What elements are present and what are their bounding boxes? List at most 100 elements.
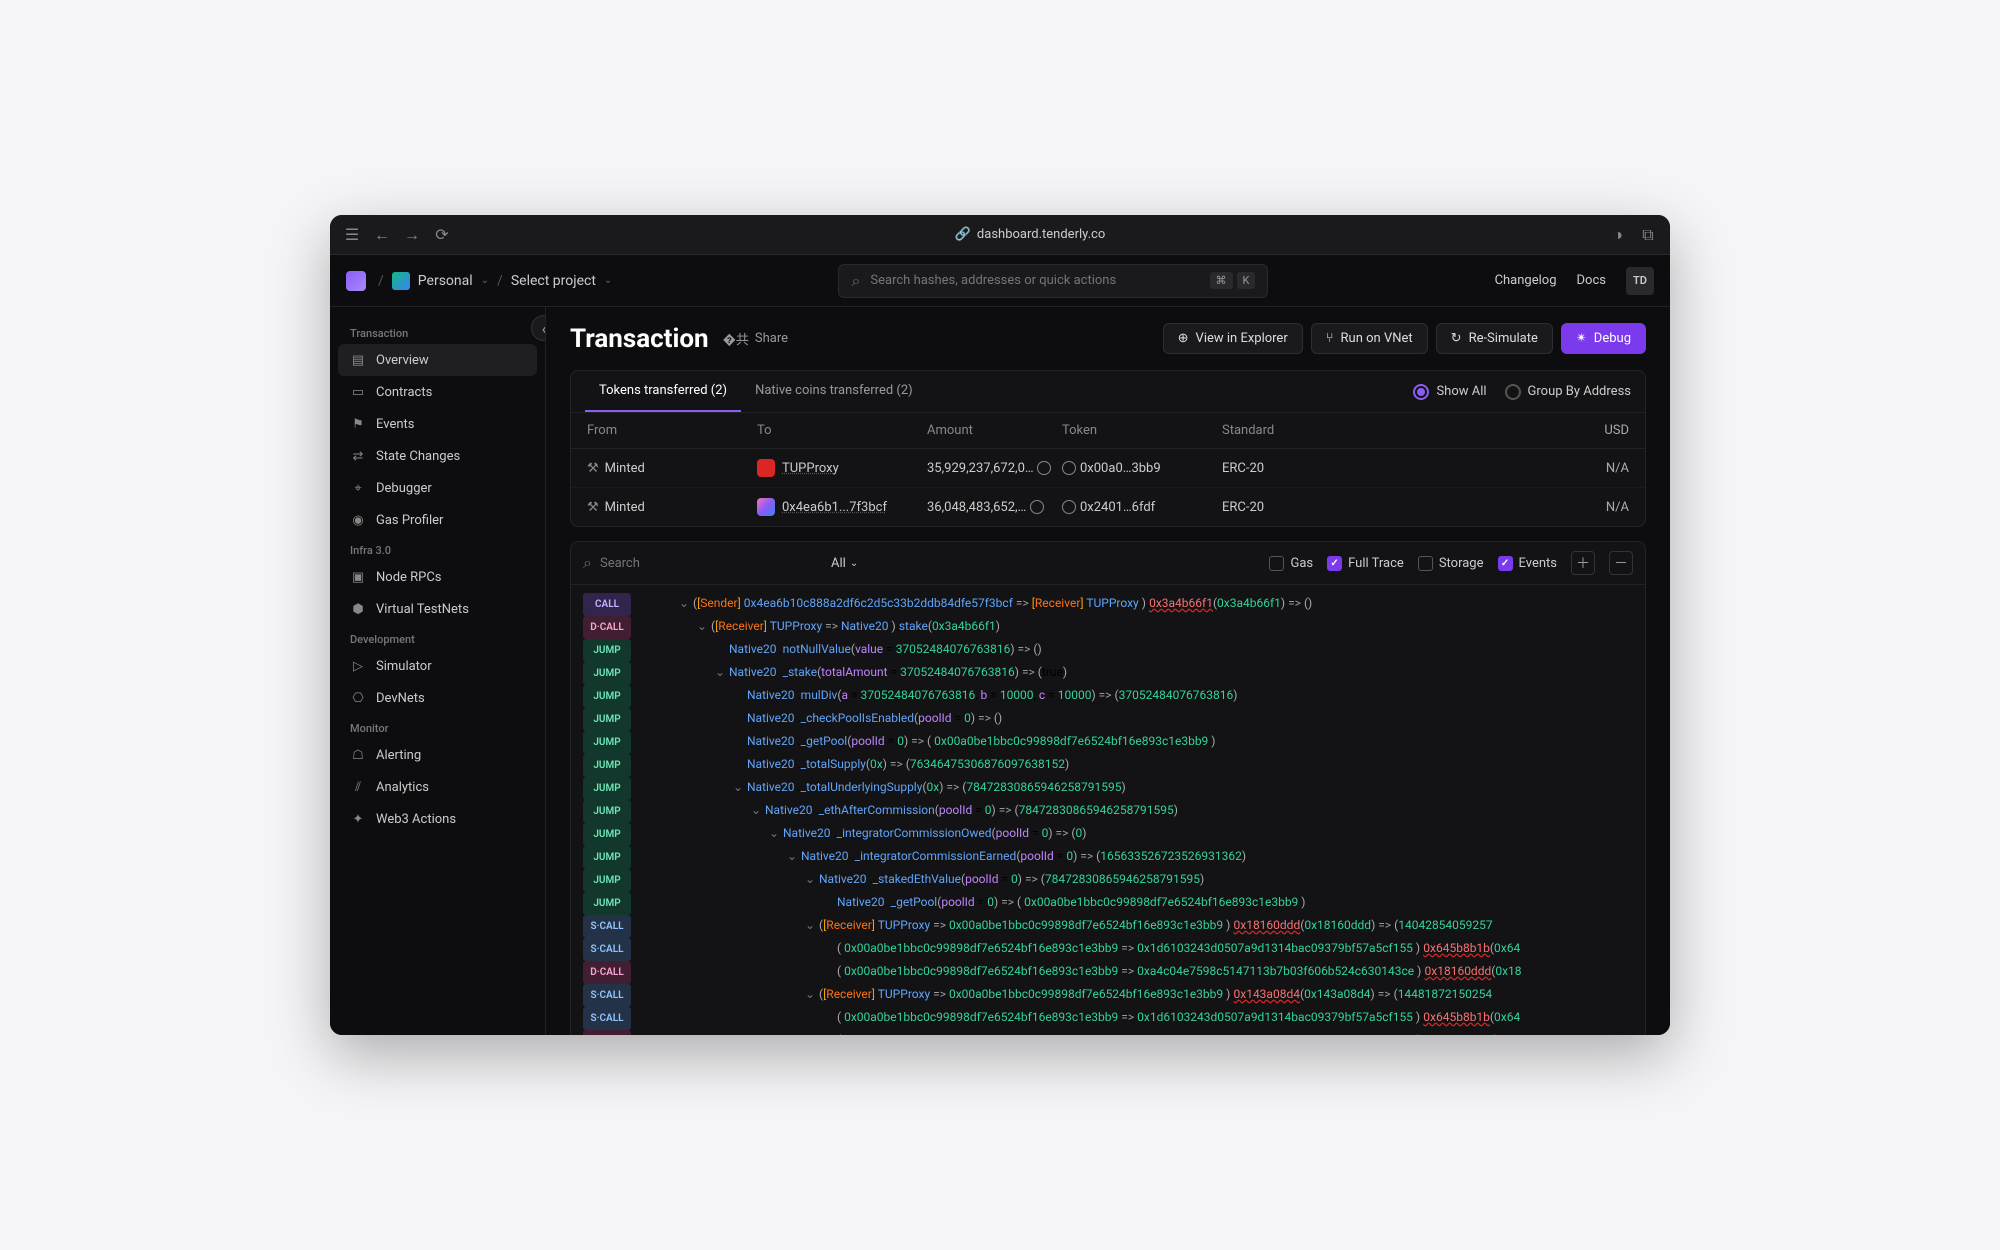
sidebar-item-simulator[interactable]: ▷Simulator <box>338 650 537 682</box>
trace-line[interactable]: D·CALL⌄([Receiver] TUPProxy => Native20 … <box>571 616 1645 639</box>
trace-line[interactable]: JUMP⌄Native20 ._stakedEthValue(poolId = … <box>571 869 1645 892</box>
expand-chevron[interactable]: ⌄ <box>697 616 707 639</box>
chevron-down-icon[interactable]: ⌄ <box>604 275 612 286</box>
expand-chevron[interactable]: ⌄ <box>787 846 797 869</box>
to-address[interactable]: TUPProxy <box>782 461 839 476</box>
view-explorer-button[interactable]: ⊕View in Explorer <box>1163 323 1303 354</box>
trace-line[interactable]: CALL⌄([Sender] 0x4ea6b10c888a2df6c2d5c33… <box>571 593 1645 616</box>
tab-native-coins[interactable]: Native coins transferred (2) <box>741 371 927 412</box>
expand-chevron[interactable] <box>733 685 743 708</box>
workspace-name[interactable]: Personal <box>418 273 473 289</box>
trace-line[interactable]: JUMP⌄Native20 ._ethAfterCommission(poolI… <box>571 800 1645 823</box>
sidebar-item-node-rpcs[interactable]: ▣Node RPCs <box>338 561 537 593</box>
sidebar-item-overview[interactable]: ▤Overview <box>338 344 537 376</box>
trace-line[interactable]: JUMP⌄Native20 ._stake(totalAmount = 3705… <box>571 662 1645 685</box>
tenderly-logo[interactable] <box>346 271 366 291</box>
trace-line[interactable]: JUMPNative20 .mulDiv(a = 370524840767638… <box>571 685 1645 708</box>
forward-icon[interactable]: → <box>404 227 420 243</box>
check-events[interactable]: Events <box>1498 556 1557 571</box>
tabs-icon[interactable]: ⧉ <box>1640 227 1656 243</box>
trace-line[interactable]: JUMP⌄Native20 ._integratorCommissionEarn… <box>571 846 1645 869</box>
trace-line[interactable]: D·CALL( 0x00a0be1bbc0c99898df7e6524bf16e… <box>571 961 1645 984</box>
expand-chevron[interactable] <box>733 708 743 731</box>
sidebar-item-contracts[interactable]: ▭Contracts <box>338 376 537 408</box>
expand-chevron[interactable]: ⌄ <box>805 915 815 938</box>
debug-button[interactable]: ✴Debug <box>1561 323 1646 354</box>
expand-chevron[interactable] <box>823 892 833 915</box>
user-avatar[interactable]: TD <box>1626 267 1654 295</box>
expand-chevron[interactable] <box>823 1030 833 1035</box>
extension-icon[interactable]: ◑ <box>1610 227 1626 243</box>
search-input[interactable] <box>870 273 1199 288</box>
trace-line[interactable]: JUMP⌄Native20 ._integratorCommissionOwed… <box>571 823 1645 846</box>
sidebar-item-state-changes[interactable]: ⇄State Changes <box>338 440 537 472</box>
to-address[interactable]: 0x4ea6b1...7f3bcf <box>782 500 887 515</box>
expand-chevron[interactable]: ⌄ <box>679 593 689 616</box>
sidebar-item-analytics[interactable]: ⫽Analytics <box>338 771 537 803</box>
share-icon: �共 <box>723 329 749 348</box>
expand-chevron[interactable] <box>823 1007 833 1030</box>
info-icon[interactable] <box>1030 500 1044 514</box>
expand-chevron[interactable]: ⌄ <box>715 662 725 685</box>
radio-show-all[interactable]: Show All <box>1413 384 1486 400</box>
trace-line[interactable]: JUMPNative20 ._getPool(poolId = 0) => ( … <box>571 892 1645 915</box>
check-gas[interactable]: Gas <box>1269 556 1313 571</box>
run-vnet-button[interactable]: ⑂Run on VNet <box>1311 323 1428 354</box>
sidebar-item-web3-actions[interactable]: ✦Web3 Actions <box>338 803 537 835</box>
trace-line[interactable]: S·CALL( 0x00a0be1bbc0c99898df7e6524bf16e… <box>571 938 1645 961</box>
expand-chevron[interactable]: ⌄ <box>751 800 761 823</box>
back-icon[interactable]: ← <box>374 227 390 243</box>
check-full-trace[interactable]: Full Trace <box>1327 556 1404 571</box>
sidebar-item-debugger[interactable]: ⌖Debugger <box>338 472 537 504</box>
sidebar-item-gas-profiler[interactable]: ◉Gas Profiler <box>338 504 537 536</box>
transfer-row[interactable]: ⚒Minted 0x4ea6b1...7f3bcf 36,048,483,652… <box>571 488 1645 526</box>
expand-chevron[interactable] <box>715 639 725 662</box>
expand-chevron[interactable]: ⌄ <box>805 869 815 892</box>
global-search[interactable]: ⌕ ⌘ K <box>838 264 1268 298</box>
expand-chevron[interactable]: ⌄ <box>769 823 779 846</box>
trace-line[interactable]: S·CALL⌄([Receiver] TUPProxy => 0x00a0be1… <box>571 915 1645 938</box>
trace-line[interactable]: S·CALL( 0x00a0be1bbc0c99898df7e6524bf16e… <box>571 1007 1645 1030</box>
trace-search[interactable]: ⌕ <box>583 553 813 573</box>
trace-filter-dropdown[interactable]: All⌄ <box>823 552 866 575</box>
expand-chevron[interactable] <box>733 754 743 777</box>
trace-search-input[interactable] <box>600 556 813 571</box>
project-selector[interactable]: Select project <box>511 273 596 289</box>
resimulate-button[interactable]: ↻Re-Simulate <box>1436 323 1553 354</box>
reload-icon[interactable]: ⟳ <box>434 227 450 243</box>
info-icon[interactable] <box>1037 461 1051 475</box>
expand-chevron[interactable] <box>823 961 833 984</box>
trace-line[interactable]: S·CALL⌄([Receiver] TUPProxy => 0x00a0be1… <box>571 984 1645 1007</box>
share-button[interactable]: �共 Share <box>723 329 788 348</box>
sidebar-item-virtual-testnets[interactable]: ⬢Virtual TestNets <box>338 593 537 625</box>
search-icon: ⌕ <box>583 553 592 573</box>
expand-chevron[interactable]: ⌄ <box>805 984 815 1007</box>
info-icon[interactable] <box>1062 461 1076 475</box>
url-bar[interactable]: 🔗 dashboard.tenderly.co <box>462 227 1598 242</box>
chevron-down-icon[interactable]: ⌄ <box>481 275 489 286</box>
expand-chevron[interactable]: ⌄ <box>733 777 743 800</box>
expand-chevron[interactable] <box>823 938 833 961</box>
trace-line[interactable]: JUMPNative20 ._getPool(poolId = 0) => ( … <box>571 731 1645 754</box>
changelog-link[interactable]: Changelog <box>1495 273 1557 288</box>
trace-line[interactable]: D·CALL( 0x00a0be1bbc0c99898df7e6524bf16e… <box>571 1030 1645 1035</box>
tab-tokens-transferred[interactable]: Tokens transferred (2) <box>585 371 741 412</box>
sidebar-item-events[interactable]: ⚑Events <box>338 408 537 440</box>
trace-line[interactable]: JUMP⌄Native20 ._totalUnderlyingSupply(0x… <box>571 777 1645 800</box>
trace-line[interactable]: JUMPNative20 .notNullValue(value = 37052… <box>571 639 1645 662</box>
simulator-icon: ▷ <box>350 658 366 674</box>
sidebar-item-alerting[interactable]: ☖Alerting <box>338 739 537 771</box>
transfer-row[interactable]: ⚒Minted TUPProxy 35,929,237,672,0… 0x00a… <box>571 449 1645 488</box>
token-icon <box>757 459 775 477</box>
trace-line[interactable]: JUMPNative20 ._totalSupply(0x) => (76346… <box>571 754 1645 777</box>
docs-link[interactable]: Docs <box>1577 273 1606 288</box>
check-storage[interactable]: Storage <box>1418 556 1484 571</box>
expand-all-button[interactable]: ＋ <box>1571 551 1595 575</box>
trace-line[interactable]: JUMPNative20 ._checkPoolIsEnabled(poolId… <box>571 708 1645 731</box>
info-icon[interactable] <box>1062 500 1076 514</box>
radio-group-by-address[interactable]: Group By Address <box>1505 384 1631 400</box>
sidebar-item-devnets[interactable]: ⎔DevNets <box>338 682 537 714</box>
collapse-all-button[interactable]: － <box>1609 551 1633 575</box>
sidebar-toggle-icon[interactable]: ☰ <box>344 227 360 243</box>
expand-chevron[interactable] <box>733 731 743 754</box>
